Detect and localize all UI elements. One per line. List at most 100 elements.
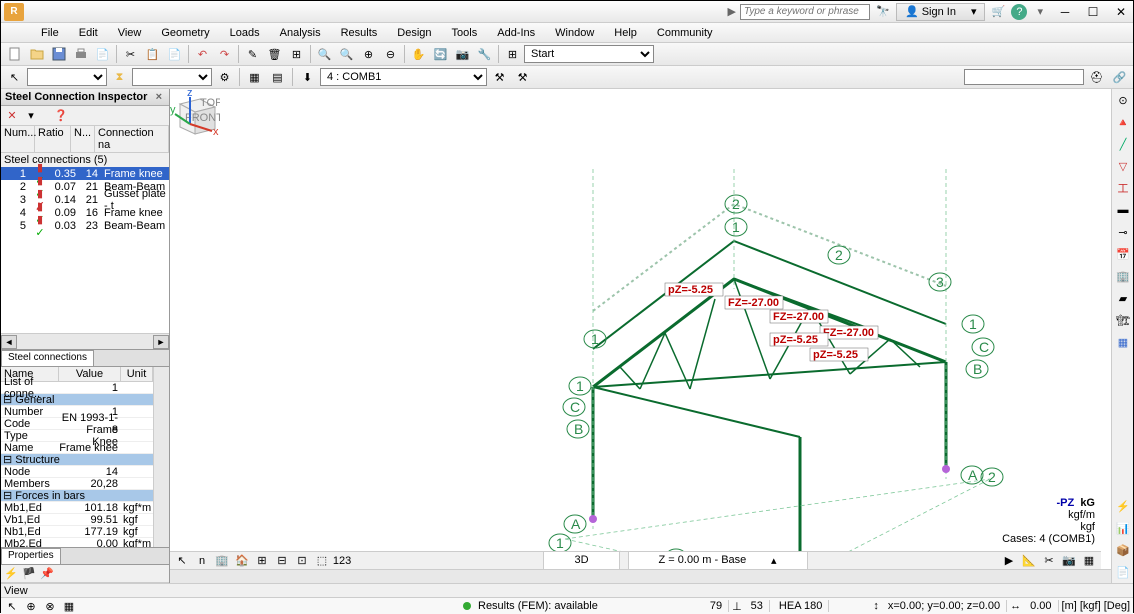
save-icon[interactable] [48, 44, 69, 65]
cut-icon[interactable]: ✂ [120, 44, 141, 65]
redo-icon[interactable]: ↷ [214, 44, 235, 65]
open-icon[interactable] [26, 44, 47, 65]
building-icon[interactable]: 🏗 [1112, 309, 1133, 331]
node-icon[interactable]: 🔺 [1112, 111, 1133, 133]
scrollbar-vertical[interactable] [153, 367, 169, 547]
menu-analysis[interactable]: Analysis [270, 25, 331, 41]
model-canvas[interactable]: pZ=-5.25FZ=-27.00FZ=-27.00FZ=-27.00pZ=-5… [170, 89, 1130, 583]
menu-geometry[interactable]: Geometry [151, 25, 219, 41]
copy-icon[interactable]: 📋 [142, 44, 163, 65]
cursor-icon[interactable]: ↖ [4, 67, 25, 88]
dropdown-icon[interactable]: ▾ [23, 108, 39, 124]
vb-n-icon[interactable]: n [193, 553, 211, 569]
box-icon[interactable]: 📦 [1112, 539, 1133, 561]
s-snap1-icon[interactable]: ⊕ [23, 598, 39, 614]
delete-icon[interactable]: 🗑 [264, 44, 285, 65]
grid-icon[interactable]: ▦ [244, 67, 265, 88]
property-row[interactable]: ⊟ Structure [1, 454, 153, 466]
layers-icon[interactable]: ▤ [267, 67, 288, 88]
signin-button[interactable]: 👤Sign In▾ [896, 3, 985, 21]
inspector-row[interactable]: 4▮ ✓0.0916Frame knee [1, 206, 169, 219]
s-snap2-icon[interactable]: ⊗ [42, 598, 58, 614]
menu-file[interactable]: File [31, 25, 69, 41]
vb-xz-icon[interactable]: ⊟ [273, 553, 291, 569]
vb-clip-icon[interactable]: ✂ [1040, 553, 1058, 569]
filter-icon[interactable]: ⚙ [214, 67, 235, 88]
print-icon[interactable] [70, 44, 91, 65]
pin-icon[interactable]: 📌 [39, 566, 55, 582]
tab-steel-connections[interactable]: Steel connections [1, 350, 94, 366]
edit-icon[interactable]: ✎ [242, 44, 263, 65]
report-icon[interactable]: 📄 [1112, 561, 1133, 583]
property-row[interactable]: ⊟ General [1, 394, 153, 406]
zoom-in-icon[interactable]: ⊕ [358, 44, 379, 65]
loadcase-combo[interactable]: 4 : COMB1 [320, 68, 487, 86]
window-icon[interactable]: ⊞ [286, 44, 307, 65]
menu-edit[interactable]: Edit [69, 25, 108, 41]
menu-community[interactable]: Community [647, 25, 723, 41]
vb-props-icon[interactable]: ▦ [1080, 553, 1098, 569]
filter-icon[interactable]: ⚡ [3, 566, 19, 582]
menu-tools[interactable]: Tools [442, 25, 488, 41]
property-row[interactable]: ⊟ Forces in bars [1, 490, 153, 502]
zoom-out-icon[interactable]: ⊖ [380, 44, 401, 65]
scrollbar-horizontal[interactable]: ◄► [1, 333, 169, 349]
property-row[interactable]: Mb2,Ed0.00kgf*m [1, 538, 153, 547]
panel-close-icon[interactable]: × [153, 91, 165, 103]
vb-home-icon[interactable]: 🏠 [233, 553, 251, 569]
settings-icon[interactable]: 🔧 [474, 44, 495, 65]
chevron-up-icon[interactable]: ▴ [771, 554, 777, 567]
s-grid-icon[interactable]: ▦ [61, 598, 77, 614]
zoom-all-icon[interactable]: 🔍 [314, 44, 335, 65]
vb-cam-icon[interactable]: 📷 [1060, 553, 1078, 569]
vb-xy-icon[interactable]: ⊞ [253, 553, 271, 569]
preview-icon[interactable]: 📄 [92, 44, 113, 65]
rotate-icon[interactable]: 🔄 [430, 44, 451, 65]
section-icon[interactable]: 工 [1112, 177, 1133, 199]
flag-icon[interactable]: 🏴 [21, 566, 37, 582]
menu-results[interactable]: Results [331, 25, 388, 41]
s-cursor-icon[interactable]: ↖ [4, 598, 20, 614]
vb-r1-icon[interactable]: ▶ [1000, 553, 1018, 569]
vb-cursor-icon[interactable]: ↖ [173, 553, 191, 569]
load-icon[interactable]: ⬇ [297, 67, 318, 88]
maximize-button[interactable]: ☐ [1081, 3, 1105, 21]
viewport-scrollbar[interactable] [170, 569, 1111, 583]
help-icon[interactable]: ❓ [53, 108, 69, 124]
undo-icon[interactable]: ↶ [192, 44, 213, 65]
binoculars-icon[interactable]: 🔭 [874, 3, 892, 21]
vb-3d-icon[interactable]: ⬚ [313, 553, 331, 569]
vb-story-icon[interactable]: 🏢 [213, 553, 231, 569]
property-row[interactable]: Vb1,Ed99.51kgf [1, 514, 153, 526]
snap-icon[interactable]: ⊙ [1112, 89, 1133, 111]
calc-icon[interactable]: ⚒ [489, 67, 510, 88]
inspector-row[interactable]: 5▮ ✓0.0323Beam-Beam [1, 219, 169, 232]
panel-icon[interactable]: ▰ [1112, 287, 1133, 309]
cart-icon[interactable]: 🛒 [989, 3, 1007, 21]
vb-yz-icon[interactable]: ⊡ [293, 553, 311, 569]
vb-num-icon[interactable]: 123 [333, 553, 351, 569]
menu-view[interactable]: View [108, 25, 152, 41]
menu-design[interactable]: Design [387, 25, 441, 41]
screenshot-icon[interactable]: 📷 [452, 44, 473, 65]
inspector-row[interactable]: 1▮ ✓0.3514Frame knee [1, 167, 169, 180]
viewport-3d[interactable]: pZ=-5.25FZ=-27.00FZ=-27.00FZ=-27.00pZ=-5… [170, 89, 1133, 583]
zoom-window-icon[interactable]: 🔍 [336, 44, 357, 65]
inspector-row[interactable]: 3▮ ✗0.1421Gusset plate - t [1, 193, 169, 206]
close-button[interactable]: ✕ [1109, 3, 1133, 21]
layout-combo[interactable]: Start [524, 45, 654, 63]
helmet-icon[interactable]: ⛑ [1086, 67, 1107, 88]
bar-icon[interactable]: ╱ [1112, 133, 1133, 155]
link-icon[interactable]: 🔗 [1109, 67, 1130, 88]
select-combo1[interactable] [27, 68, 107, 86]
property-row[interactable]: Mb1,Ed101.18kgf*m [1, 502, 153, 514]
delete-icon[interactable]: ✕ [4, 108, 20, 124]
calc2-icon[interactable]: ⚒ [512, 67, 533, 88]
results-icon[interactable]: 📊 [1112, 517, 1133, 539]
select-combo2[interactable] [132, 68, 212, 86]
menu-add-ins[interactable]: Add-Ins [487, 25, 545, 41]
menu-loads[interactable]: Loads [220, 25, 270, 41]
property-row[interactable]: Node14 [1, 466, 153, 478]
load-icon[interactable]: 🏢 [1112, 265, 1133, 287]
menu-window[interactable]: Window [545, 25, 604, 41]
